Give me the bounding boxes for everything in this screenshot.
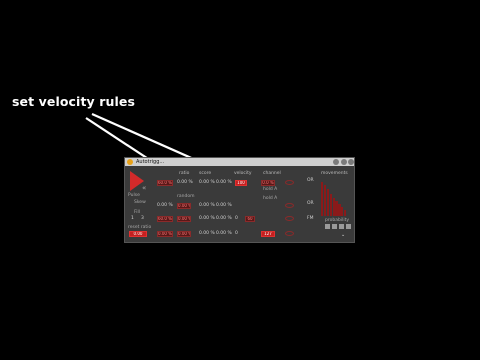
skew-label: Skew [134,200,146,205]
row4-channel-box[interactable]: 127 [261,231,275,237]
movement-bar[interactable] [329,193,332,216]
ratio-header: ratio [179,171,190,176]
row2-c2-value[interactable]: 0.00 % [216,203,232,209]
row1-a-box[interactable]: 60.0 % [157,180,173,186]
keyboard-icon[interactable]: ⌄ [341,232,345,238]
movements-header: movements [321,171,348,176]
row4-velocity-value[interactable]: 0 [235,231,238,237]
callout-text: set velocity rules [12,94,135,109]
fill-label: Fill [134,210,141,215]
row1-velocity-box[interactable]: 100 [235,180,247,186]
row1-b-value[interactable]: 0.00 % [177,180,193,186]
movement-bar[interactable] [335,200,338,216]
reset-ratio-box[interactable]: 0.00 [129,231,147,237]
movement-bar[interactable] [341,206,344,216]
reset-ratio-label: reset ratio [128,225,152,230]
menu-icon[interactable] [348,159,354,165]
device-title: Autotrigg... [136,159,165,165]
movement-bar[interactable] [338,204,341,216]
random-label: random [177,194,195,199]
probability-label: probability [325,218,350,223]
row1-channel-box[interactable]: 0.0 % [261,180,275,186]
probability-pad-1[interactable] [325,224,330,229]
movement-bar[interactable] [332,198,335,216]
row3-c2-value[interactable]: 0.00 % [216,216,232,222]
save-icon[interactable] [333,159,339,165]
row4-c-value[interactable]: 0.00 % [199,231,215,237]
row1-c-value[interactable]: 0.00 % [199,180,215,186]
movement-bar[interactable] [323,185,327,216]
row3-b-box[interactable]: 0.00 % [177,216,191,222]
power-icon[interactable] [127,159,133,165]
row3-a-box[interactable]: 60.0 % [157,216,173,222]
device-panel: Autotrigg... « Pulse Skew Fill 1 3 reset… [124,157,355,243]
movement-bar[interactable] [321,181,324,216]
movement-bar[interactable] [326,189,329,216]
hold-label-2: hold A [263,196,278,201]
row3-channel-box[interactable]: 60 [245,216,255,222]
row3-velocity-value[interactable]: 0 [235,216,238,222]
row4-a-box[interactable]: 0.00 % [157,231,173,237]
row1-mode[interactable]: OR [307,178,314,184]
score-header: score [199,171,212,176]
probability-pad-4[interactable] [346,224,351,229]
hotswap-icon[interactable] [341,159,347,165]
fill-value-2[interactable]: 3 [141,216,144,222]
row2-b-box[interactable]: 0.00 % [177,203,191,209]
row4-b-box[interactable]: 0.00 % [177,231,191,237]
fill-value-1[interactable]: 1 [131,216,134,222]
pulse-label: Pulse [128,193,140,198]
row3-mode[interactable]: FM [307,216,313,222]
row3-c-value[interactable]: 0.00 % [199,216,215,222]
row4-c2-value[interactable]: 0.00 % [216,231,232,237]
channel-header: channel [263,171,281,176]
hold-label-1: hold A [263,187,278,192]
movement-bar[interactable] [344,209,347,216]
row2-dial[interactable] [285,203,294,208]
rewind-icon[interactable]: « [142,184,146,192]
row2-a-value[interactable]: 0.00 % [157,203,173,209]
row3-dial[interactable] [285,216,294,221]
row2-c-value[interactable]: 0.00 % [199,203,215,209]
row2-mode[interactable]: OR [307,201,314,207]
row4-dial[interactable] [285,231,294,236]
movements-graph[interactable] [321,178,347,216]
probability-pad-2[interactable] [332,224,337,229]
velocity-header: velocity [234,171,252,176]
device-titlebar: Autotrigg... [125,158,354,166]
probability-pad-3[interactable] [339,224,344,229]
row1-dial[interactable] [285,180,294,185]
row1-c2-value[interactable]: 0.00 % [216,180,232,186]
